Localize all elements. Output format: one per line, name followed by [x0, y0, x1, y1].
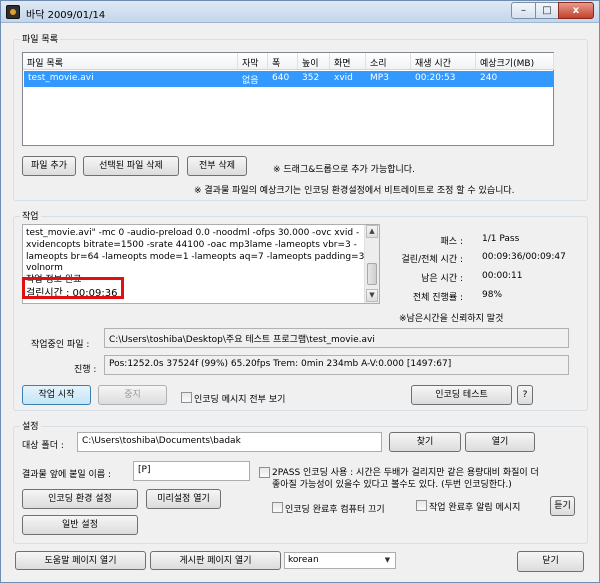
scroll-thumb[interactable]: [367, 263, 377, 285]
log-line: lameopts br=64 -lameopts mode=1 -lameopt…: [26, 252, 380, 262]
scroll-up-arrow-icon[interactable]: ▲: [366, 225, 378, 238]
cell-filename: test_movie.avi: [28, 73, 94, 83]
column-header-size[interactable]: 예상크기(MB): [476, 53, 554, 70]
delete-all-button[interactable]: 전부 삭제: [187, 156, 247, 176]
column-header-audio[interactable]: 소리: [366, 53, 411, 70]
preset-open-button[interactable]: 미리설정 열기: [146, 489, 221, 509]
scroll-down-arrow-icon[interactable]: ▼: [366, 289, 378, 302]
delete-selected-button[interactable]: 선택된 파일 삭제: [83, 156, 179, 176]
current-file-field: C:\Users\toshiba\Desktop\주요 테스트 프로그램\tes…: [104, 328, 569, 348]
cell-duration: 00:20:53: [415, 73, 456, 83]
prefix-input[interactable]: [P]: [133, 461, 250, 481]
prefix-label: 결과물 앞에 붙일 이름 :: [22, 470, 111, 480]
help-page-button[interactable]: 도움말 페이지 열기: [15, 551, 146, 570]
language-select[interactable]: korean ▼: [284, 552, 396, 569]
pass-label: 패스 :: [440, 237, 463, 247]
window-title: 바닥 2009/01/14: [26, 10, 106, 21]
remaining-value: 00:00:11: [482, 271, 523, 281]
elapsed-label: 걸린/전체 시간 :: [401, 255, 463, 265]
column-header-video[interactable]: 화면: [330, 53, 366, 70]
add-file-button[interactable]: 파일 추가: [22, 156, 76, 176]
cell-height: 352: [302, 73, 320, 83]
cell-video: xvid: [334, 73, 353, 83]
cell-width: 640: [272, 73, 290, 83]
target-folder-label: 대상 폴더 :: [22, 441, 64, 451]
log-line: test_movie.avi" -mc 0 -audio-preload 0.0…: [26, 228, 360, 238]
current-file-label: 작업중인 파일 :: [31, 340, 90, 350]
stop-button[interactable]: 중지: [98, 385, 167, 405]
cell-audio: MP3: [370, 73, 389, 83]
column-header-width[interactable]: 폭: [268, 53, 298, 70]
size-hint: ※ 결과물 파일의 예상크기는 인코딩 환경설정에서 비트레이트로 조정 할 수…: [194, 186, 515, 196]
table-row[interactable]: test_movie.avi 없음 640 352 xvid MP3 00:20…: [24, 71, 554, 87]
log-scrollbar[interactable]: ▲ ▼: [364, 225, 379, 303]
column-header-height[interactable]: 높이: [298, 53, 330, 70]
start-job-button[interactable]: 작업 시작: [22, 385, 91, 405]
general-settings-button[interactable]: 일반 설정: [22, 515, 138, 535]
open-folder-button[interactable]: 열기: [465, 432, 535, 452]
listen-button[interactable]: 듣기: [550, 496, 575, 516]
twopass-checkbox[interactable]: [259, 467, 270, 478]
progress-label: 전체 진행률 :: [412, 293, 463, 303]
encode-test-button[interactable]: 인코딩 테스트: [411, 385, 512, 405]
highlight-box: [22, 277, 124, 299]
file-list[interactable]: 파일 목록 자막 폭 높이 화면 소리 재생 시간 예상크기(MB) test_…: [22, 52, 554, 146]
status-field: Pos:1252.0s 37524f (99%) 65.20fps Trem: …: [104, 355, 569, 375]
column-header-duration[interactable]: 재생 시간: [411, 53, 476, 70]
help-icon[interactable]: ?: [517, 385, 533, 405]
notify-label: 작업 완료후 알림 메시지: [429, 503, 521, 513]
twopass-label-line2: 좋아질 가능성이 있을수 있다고 볼수도 있다. (두번 인코딩한다.): [272, 480, 512, 490]
pass-value: 1/1 Pass: [482, 234, 520, 244]
forum-page-button[interactable]: 게시판 페이지 열기: [150, 551, 281, 570]
app-icon: [6, 5, 20, 19]
status-label: 진행 :: [74, 365, 97, 375]
encode-settings-button[interactable]: 인코딩 환경 설정: [22, 489, 138, 509]
column-header-name[interactable]: 파일 목록: [23, 53, 238, 70]
browse-button[interactable]: 찾기: [389, 432, 461, 452]
title-bar[interactable]: 바닥 2009/01/14 – □ x: [1, 1, 599, 23]
shutdown-checkbox[interactable]: [272, 502, 283, 513]
shutdown-label: 인코딩 완료후 컴퓨터 끄기: [285, 505, 385, 515]
close-window-button[interactable]: x: [558, 2, 594, 19]
cell-size: 240: [480, 73, 498, 83]
chevron-down-icon: ▼: [384, 556, 391, 564]
remaining-time-hint: ※남은시간을 신뢰하지 말것: [399, 314, 504, 324]
remaining-label: 남은 시간 :: [421, 274, 463, 284]
close-button[interactable]: 닫기: [517, 551, 584, 572]
target-folder-input[interactable]: C:\Users\toshiba\Documents\badak: [77, 432, 382, 452]
show-all-messages-label: 인코딩 메시지 전부 보기: [194, 395, 286, 405]
file-list-group-label: 파일 목록: [20, 32, 60, 45]
job-group-label: 작업: [20, 209, 41, 222]
cell-subtitle: 없음: [242, 76, 259, 86]
log-line: xvidencopts bitrate=1500 -srate 44100 -o…: [26, 240, 357, 250]
progress-value: 98%: [482, 290, 503, 300]
settings-group-label: 설정: [20, 419, 41, 432]
language-select-value: korean: [288, 555, 319, 565]
drag-drop-hint: ※ 드래그&드롭으로 추가 가능합니다.: [273, 165, 415, 175]
main-window: 바닥 2009/01/14 – □ x 파일 목록 파일 목록 자막 폭 높이 …: [0, 0, 600, 583]
maximize-button[interactable]: □: [535, 2, 559, 19]
column-header-subtitle[interactable]: 자막: [238, 53, 268, 70]
minimize-button[interactable]: –: [511, 2, 536, 19]
show-all-messages-checkbox[interactable]: [181, 392, 192, 403]
elapsed-value: 00:09:36/00:09:47: [482, 252, 566, 262]
notify-checkbox[interactable]: [416, 500, 427, 511]
